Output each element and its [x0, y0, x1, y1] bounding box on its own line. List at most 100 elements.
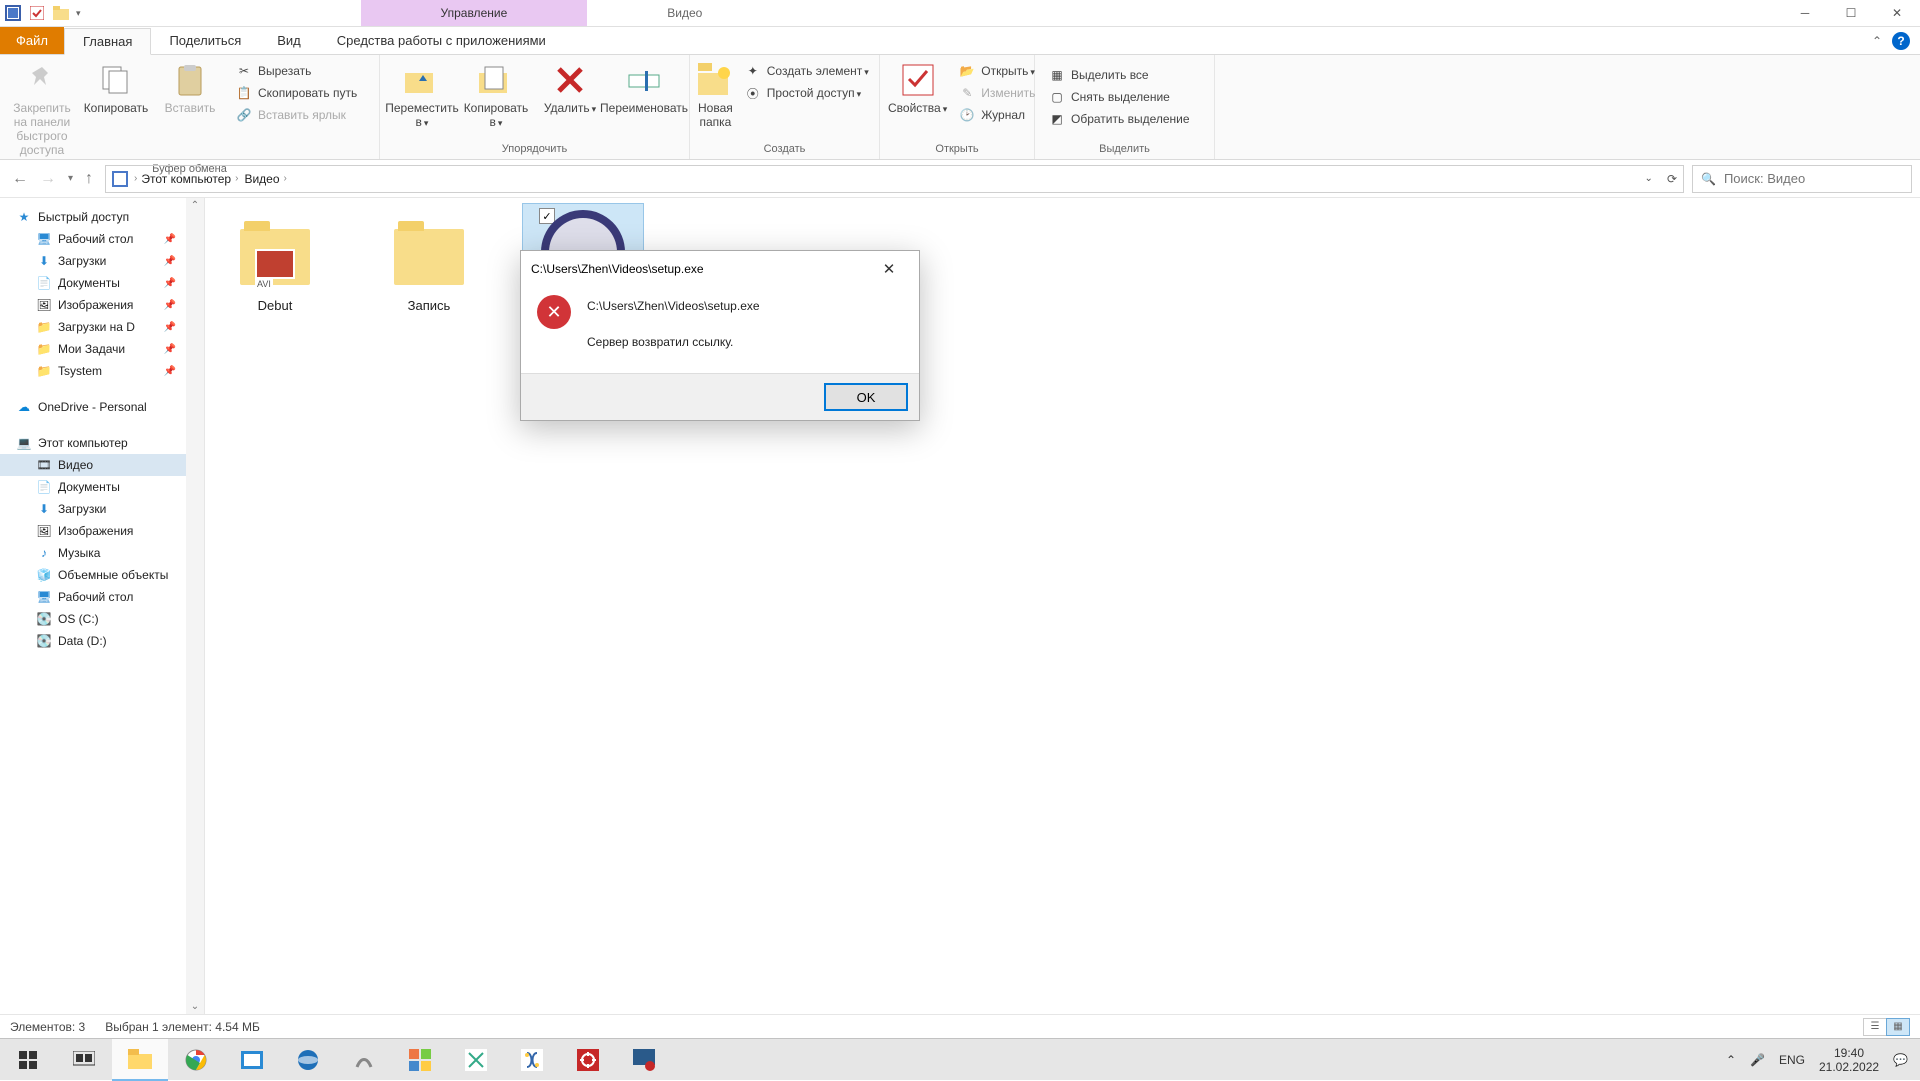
tree-drive-d[interactable]: 💽Data (D:) [0, 630, 204, 652]
tree-downloads[interactable]: ⬇Загрузки📌 [0, 250, 204, 272]
tree-pictures2[interactable]: 🖼Изображения [0, 520, 204, 542]
qat-dropdown-icon[interactable]: ▾ [76, 8, 81, 19]
search-input[interactable] [1724, 171, 1903, 186]
address-bar-row: ← → ▾ ↑ ›Этот компьютер› Видео› ⌄ ⟳ 🔍 [0, 160, 1920, 198]
tree-quick-access[interactable]: ★Быстрый доступ [0, 206, 204, 228]
address-dropdown-icon[interactable]: ⌄ [1645, 173, 1653, 184]
rename-button[interactable]: Переименовать [608, 59, 680, 115]
paste-shortcut-button[interactable]: 🔗Вставить ярлык [232, 105, 361, 125]
window-close-button[interactable]: ✕ [1874, 0, 1920, 27]
tree-documents[interactable]: 📄Документы📌 [0, 272, 204, 294]
easy-access-button[interactable]: ⦿Простой доступ [741, 83, 873, 103]
file-list[interactable]: Debut Запись ✓ setup [205, 198, 1920, 1014]
taskbar-app-2[interactable] [280, 1039, 336, 1081]
taskbar-app-3[interactable] [336, 1039, 392, 1081]
tree-video[interactable]: 🎞Видео [0, 454, 204, 476]
group-label-organize: Упорядочить [380, 141, 689, 159]
view-icons-button[interactable]: ▦ [1886, 1018, 1910, 1036]
tree-onedrive[interactable]: ☁OneDrive - Personal [0, 396, 204, 418]
move-to-button[interactable]: Переместить в [386, 59, 458, 130]
tray-clock[interactable]: 19:4021.02.2022 [1819, 1046, 1879, 1074]
select-all-button[interactable]: ▦Выделить все [1045, 65, 1194, 85]
desktop-icon: 🖥 [36, 231, 52, 247]
new-item-button[interactable]: ✦Создать элемент [741, 61, 873, 81]
dialog-close-button[interactable]: ✕ [869, 260, 909, 278]
context-tab-manage[interactable]: Управление [361, 0, 588, 26]
search-box[interactable]: 🔍 [1692, 165, 1912, 193]
scroll-up-icon[interactable]: ⌃ [191, 200, 199, 211]
tree-desktop2[interactable]: 🖥Рабочий стол [0, 586, 204, 608]
tree-documents2[interactable]: 📄Документы [0, 476, 204, 498]
file-item-debut[interactable]: Debut [215, 204, 335, 319]
tray-notifications-icon[interactable]: 💬 [1893, 1053, 1908, 1067]
edit-button[interactable]: ✎Изменить [955, 83, 1039, 103]
view-details-button[interactable]: ☰ [1863, 1018, 1887, 1036]
scroll-down-icon[interactable]: ⌄ [191, 1001, 199, 1012]
history-button[interactable]: 🕑Журнал [955, 105, 1039, 125]
taskbar-app-6[interactable] [504, 1039, 560, 1081]
taskbar-app-7[interactable] [560, 1039, 616, 1081]
pin-icon: 📌 [164, 322, 176, 333]
ribbon-tab-share[interactable]: Поделиться [151, 27, 259, 54]
tray-overflow-icon[interactable]: ⌃ [1726, 1053, 1736, 1067]
taskbar-chrome[interactable] [168, 1039, 224, 1081]
properties-button[interactable]: Свойства [886, 59, 949, 116]
ribbon-collapse-icon[interactable]: ⌃ [1872, 34, 1882, 48]
select-none-button[interactable]: ▢Снять выделение [1045, 87, 1194, 107]
delete-button[interactable]: Удалить [534, 59, 606, 116]
tree-drive-c[interactable]: 💽OS (C:) [0, 608, 204, 630]
ribbon-tab-file[interactable]: Файл [0, 27, 64, 54]
tree-music[interactable]: ♪Музыка [0, 542, 204, 564]
qat-properties-icon[interactable] [28, 4, 46, 22]
dialog-title: C:\Users\Zhen\Videos\setup.exe [531, 262, 704, 276]
breadcrumb-root[interactable]: Этот компьютер [141, 172, 231, 186]
pictures-icon: 🖼 [36, 523, 52, 539]
tree-this-pc[interactable]: 💻Этот компьютер [0, 432, 204, 454]
cut-button[interactable]: ✂Вырезать [232, 61, 361, 81]
taskbar-app-1[interactable] [224, 1039, 280, 1081]
taskbar-app-8[interactable] [616, 1039, 672, 1081]
tree-tsystem[interactable]: 📁Tsystem📌 [0, 360, 204, 382]
nav-forward-button[interactable]: → [40, 170, 56, 188]
nav-back-button[interactable]: ← [12, 170, 28, 188]
edit-icon: ✎ [959, 85, 975, 101]
help-icon[interactable]: ? [1892, 32, 1910, 50]
tree-downloads-d[interactable]: 📁Загрузки на D📌 [0, 316, 204, 338]
tree-3dobjects[interactable]: 🧊Объемные объекты [0, 564, 204, 586]
copy-button[interactable]: Копировать [80, 59, 152, 115]
tree-tasks[interactable]: 📁Мои Задачи📌 [0, 338, 204, 360]
refresh-button[interactable]: ⟳ [1667, 172, 1677, 186]
window-maximize-button[interactable]: ☐ [1828, 0, 1874, 27]
window-minimize-button[interactable]: ─ [1782, 0, 1828, 27]
ribbon-tab-view[interactable]: Вид [259, 27, 319, 54]
select-invert-button[interactable]: ◩Обратить выделение [1045, 109, 1194, 129]
tree-downloads2[interactable]: ⬇Загрузки [0, 498, 204, 520]
nav-up-button[interactable]: ↑ [85, 170, 93, 188]
navigation-tree[interactable]: ★Быстрый доступ 🖥Рабочий стол📌 ⬇Загрузки… [0, 198, 205, 1014]
taskbar-app-4[interactable] [392, 1039, 448, 1081]
start-button[interactable] [0, 1039, 56, 1081]
tree-desktop[interactable]: 🖥Рабочий стол📌 [0, 228, 204, 250]
breadcrumb-current[interactable]: Видео [244, 172, 279, 186]
ribbon-tab-apptools[interactable]: Средства работы с приложениями [319, 27, 564, 54]
qat-folder-icon[interactable] [52, 4, 70, 22]
new-folder-button[interactable]: Новая папка [696, 59, 735, 129]
open-button[interactable]: 📂Открыть [955, 61, 1039, 81]
documents-icon: 📄 [36, 275, 52, 291]
ribbon-tab-home[interactable]: Главная [64, 28, 151, 55]
pin-quickaccess-button[interactable]: Закрепить на панели быстрого доступа [6, 59, 78, 157]
address-bar[interactable]: ›Этот компьютер› Видео› ⌄ ⟳ [105, 165, 1684, 193]
dialog-ok-button[interactable]: OK [825, 384, 907, 410]
tree-pictures[interactable]: 🖼Изображения📌 [0, 294, 204, 316]
tray-language[interactable]: ENG [1779, 1053, 1805, 1067]
tree-scrollbar[interactable]: ⌃⌄ [186, 198, 204, 1014]
copy-to-button[interactable]: Копировать в [460, 59, 532, 130]
nav-recent-button[interactable]: ▾ [68, 173, 73, 184]
taskbar-explorer[interactable] [112, 1039, 168, 1081]
file-item-record[interactable]: Запись [369, 204, 489, 319]
paste-button[interactable]: Вставить [154, 59, 226, 115]
taskbar-app-5[interactable] [448, 1039, 504, 1081]
copy-path-button[interactable]: 📋Скопировать путь [232, 83, 361, 103]
taskview-button[interactable] [56, 1039, 112, 1081]
tray-mic-icon[interactable]: 🎤 [1750, 1053, 1765, 1067]
